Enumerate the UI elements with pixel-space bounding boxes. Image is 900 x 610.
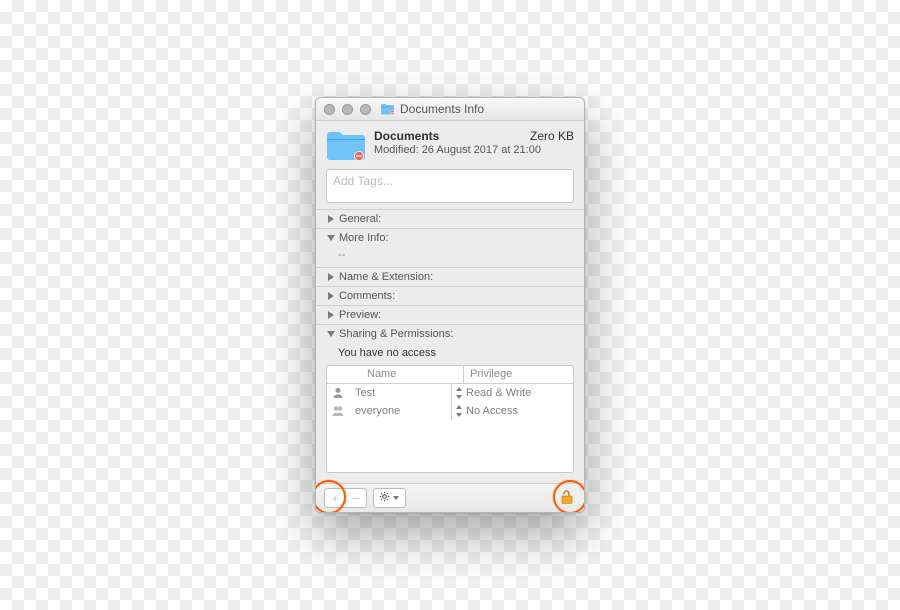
chevron-right-icon	[326, 292, 335, 301]
section-name-extension[interactable]: Name & Extension:	[316, 268, 584, 286]
item-name: Documents	[374, 129, 439, 143]
close-button[interactable]	[324, 104, 335, 115]
titlebar[interactable]: Documents Info	[316, 98, 584, 121]
chevron-right-icon	[326, 311, 335, 320]
item-size: Zero KB	[530, 129, 574, 143]
sharing-message: You have no access	[316, 343, 584, 365]
permissions-header: Name Privilege	[327, 366, 573, 384]
lock-icon	[560, 489, 574, 508]
section-label: Comments:	[339, 290, 395, 302]
info-window: Documents Info Documents Zero KB Modifie…	[315, 97, 585, 513]
section-label: Name & Extension:	[339, 271, 433, 283]
user-name: Test	[349, 384, 452, 402]
section-preview[interactable]: Preview:	[316, 306, 584, 324]
window-title-text: Documents Info	[400, 102, 484, 116]
stepper-icon[interactable]	[456, 387, 463, 399]
user-icon	[327, 386, 349, 400]
column-privilege[interactable]: Privilege	[464, 366, 573, 383]
section-label: General:	[339, 213, 381, 225]
table-row[interactable]: Test Read & Write	[327, 384, 573, 402]
section-label: More Info:	[339, 232, 389, 244]
gear-icon	[379, 491, 390, 505]
lock-button[interactable]	[558, 489, 576, 507]
section-more-info[interactable]: More Info:	[316, 229, 584, 247]
more-info-body: --	[316, 247, 584, 267]
tags-field[interactable]: Add Tags...	[326, 169, 574, 203]
privilege-value[interactable]: No Access	[466, 405, 518, 417]
privilege-value[interactable]: Read & Write	[466, 387, 531, 399]
chevron-right-icon	[326, 215, 335, 224]
chevron-down-icon	[326, 234, 335, 243]
chevron-down-icon	[393, 496, 399, 500]
section-label: Preview:	[339, 309, 381, 321]
add-user-button[interactable]: +	[325, 489, 345, 507]
section-sharing[interactable]: Sharing & Permissions:	[316, 325, 584, 343]
permissions-table: Name Privilege Test Read & Write	[326, 365, 574, 473]
folder-icon	[381, 103, 395, 115]
section-label: Sharing & Permissions:	[339, 328, 453, 340]
item-header: Documents Zero KB Modified: 26 August 20…	[316, 121, 584, 169]
zoom-button[interactable]	[360, 104, 371, 115]
section-comments[interactable]: Comments:	[316, 287, 584, 305]
add-remove-segment: + −	[324, 488, 367, 508]
footer-toolbar: + −	[316, 483, 584, 512]
chevron-down-icon	[326, 330, 335, 339]
user-name: everyone	[349, 402, 452, 420]
section-general[interactable]: General:	[316, 210, 584, 228]
column-name[interactable]: Name	[361, 366, 464, 383]
table-row[interactable]: everyone No Access	[327, 402, 573, 420]
group-icon	[327, 404, 349, 418]
remove-user-button[interactable]: −	[346, 489, 366, 507]
action-menu-button[interactable]	[373, 488, 406, 508]
item-modified: Modified: 26 August 2017 at 21:00	[374, 144, 574, 156]
window-title: Documents Info	[381, 102, 576, 116]
folder-large-icon	[326, 129, 366, 163]
window-controls	[324, 104, 371, 115]
stepper-icon[interactable]	[456, 405, 463, 417]
tags-placeholder: Add Tags...	[333, 174, 393, 188]
minimize-button[interactable]	[342, 104, 353, 115]
chevron-right-icon	[326, 273, 335, 282]
